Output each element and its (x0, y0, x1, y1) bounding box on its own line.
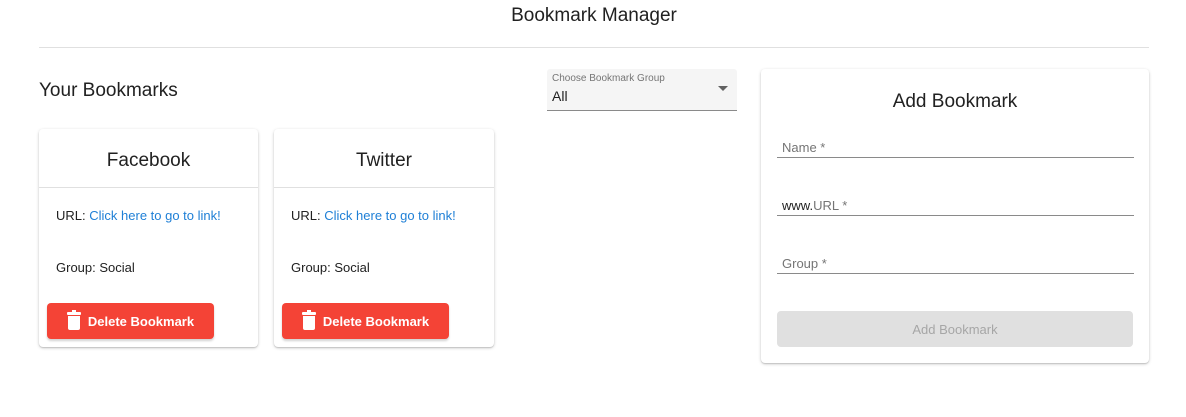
bookmark-url-row: URL: Click here to go to link! (291, 208, 456, 223)
url-field[interactable]: www.URL * (777, 194, 1134, 216)
bookmark-card: Twitter URL: Click here to go to link! G… (274, 129, 494, 347)
bookmark-link[interactable]: Click here to go to link! (89, 208, 221, 223)
url-label: URL: (291, 208, 321, 223)
group-select-label: Choose Bookmark Group (552, 73, 665, 84)
group-field[interactable]: Group * (777, 252, 1134, 274)
url-prefix: www. (782, 198, 814, 213)
section-title: Your Bookmarks (39, 80, 178, 101)
delete-bookmark-label: Delete Bookmark (322, 313, 430, 329)
add-bookmark-button[interactable]: Add Bookmark (777, 311, 1133, 347)
bookmark-card: Facebook URL: Click here to go to link! … (39, 129, 258, 347)
url-label: URL: (56, 208, 86, 223)
url-placeholder-row: www.URL * (782, 198, 847, 213)
group-select-value: All (552, 88, 568, 104)
delete-bookmark-button[interactable]: Delete Bookmark (282, 303, 449, 339)
header-divider (39, 47, 1149, 48)
group-placeholder: Group * (782, 256, 827, 271)
trash-icon (301, 310, 316, 330)
add-bookmark-title: Add Bookmark (892, 91, 1018, 112)
trash-icon (66, 310, 81, 330)
bookmark-name: Facebook (39, 129, 258, 188)
delete-bookmark-button[interactable]: Delete Bookmark (47, 303, 214, 339)
bookmark-url-row: URL: Click here to go to link! (56, 208, 221, 223)
bookmark-name: Twitter (274, 129, 494, 188)
url-placeholder: URL * (813, 198, 848, 213)
name-field[interactable]: Name * (777, 136, 1134, 158)
bookmark-group: Group: Social (56, 260, 135, 275)
name-placeholder: Name * (782, 140, 826, 155)
group-select[interactable]: Choose Bookmark Group All (547, 69, 737, 111)
caret-down-icon (718, 86, 728, 91)
bookmark-group: Group: Social (291, 260, 370, 275)
bookmark-link[interactable]: Click here to go to link! (324, 208, 456, 223)
add-bookmark-card: Add Bookmark Name * www.URL * Group * Ad… (761, 69, 1149, 363)
page-title: Bookmark Manager (511, 5, 677, 26)
delete-bookmark-label: Delete Bookmark (87, 313, 195, 329)
